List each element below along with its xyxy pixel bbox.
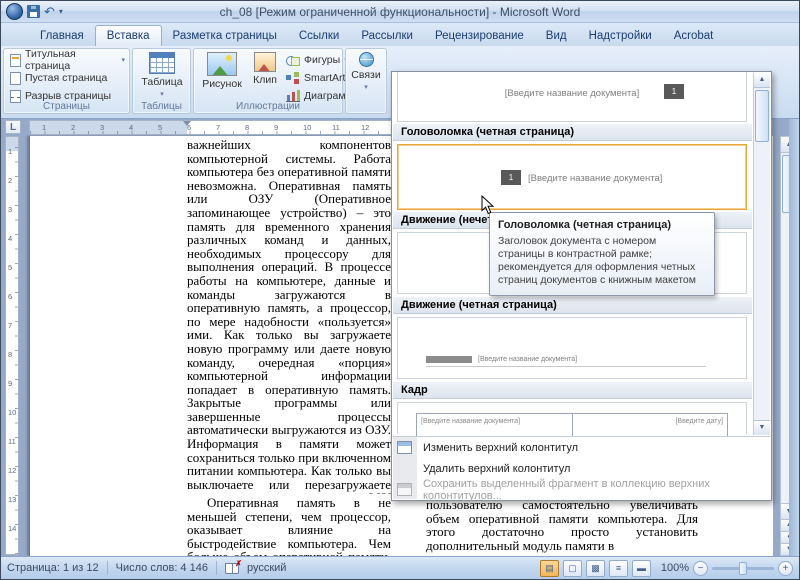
scrollbar-thumb[interactable] — [755, 90, 769, 142]
links-button[interactable]: Связи ▾ — [348, 52, 384, 91]
tooltip-body: Заголовок документа с номером страницы в… — [498, 235, 706, 287]
language-indicator[interactable]: русский — [247, 562, 286, 574]
gallery-section-dvizhenie-even: Движение (четная страница) — [393, 297, 752, 314]
print-layout-view-button[interactable]: ▤ — [540, 560, 559, 577]
gallery-tooltip: Головоломка (четная страница) Заголовок … — [489, 212, 715, 296]
smartart-button[interactable]: SmartArt — [282, 69, 342, 87]
blank-page-icon — [10, 72, 21, 85]
edit-header-icon — [397, 441, 412, 454]
tooltip-title: Головоломка (четная страница) — [498, 219, 706, 231]
document-paragraph: Оперативная память в не меньшей степени,… — [187, 496, 391, 556]
picture-icon — [207, 52, 237, 76]
document-paragraph: пользователю самостоятельно увеличивать … — [426, 498, 698, 556]
zoom-slider-thumb[interactable] — [739, 562, 747, 575]
word-count[interactable]: Число слов: 4 146 — [116, 562, 208, 574]
header-bar-graphic — [426, 356, 472, 363]
mouse-cursor — [481, 195, 494, 215]
zoom-slider[interactable] — [712, 567, 774, 570]
window-frame — [789, 119, 799, 556]
group-pages: Титульная страница ▾ Пустая страница Раз… — [3, 48, 130, 114]
status-bar: Страница: 1 из 12 Число слов: 4 146 русс… — [1, 556, 799, 579]
vertical-ruler[interactable]: 1234567891011121314 — [5, 136, 19, 555]
word-window: ↶ ▾ ch_08 [Режим ограниченной функционал… — [0, 0, 800, 580]
zoom-level[interactable]: 100% — [655, 562, 689, 574]
header-rule-graphic — [426, 366, 706, 367]
gallery-menu: Изменить верхний колонтитул Удалить верх… — [393, 436, 770, 499]
cover-page-button[interactable]: Титульная страница ▾ — [6, 51, 129, 69]
gallery-item-alphabet[interactable]: [Введите название документа] 1 — [397, 72, 747, 122]
document-paragraph: важнейших компонентов компьютерной систе… — [187, 138, 391, 494]
web-layout-view-button[interactable]: ▩ — [586, 560, 605, 577]
gallery-section-golovolomka: Головоломка (четная страница) — [393, 124, 752, 141]
tab-acrobat[interactable]: Acrobat — [663, 26, 725, 46]
save-selection-icon — [397, 483, 412, 496]
zoom-out-button[interactable]: − — [693, 561, 708, 576]
clipart-button[interactable]: Клип — [248, 52, 282, 86]
page-number-box: 1 — [664, 84, 684, 99]
tab-view[interactable]: Вид — [535, 26, 578, 46]
picture-button[interactable]: Рисунок — [197, 52, 247, 90]
tab-insert[interactable]: Вставка — [95, 25, 162, 46]
zoom-in-button[interactable]: + — [778, 561, 793, 576]
window-title: ch_08 [Режим ограниченной функциональнос… — [1, 5, 799, 19]
draft-view-button[interactable]: ▬ — [632, 560, 651, 577]
scroll-down-icon[interactable]: ▼ — [754, 420, 770, 435]
table-icon — [149, 52, 175, 74]
group-tables-label: Таблицы — [133, 101, 190, 112]
page-number-box: 1 — [501, 170, 521, 185]
tab-stop-selector[interactable]: L — [5, 120, 21, 134]
ribbon-tab-bar: Главная Вставка Разметка страницы Ссылки… — [1, 23, 799, 46]
gallery-section-kadr: Кадр — [393, 382, 752, 399]
status-bar-right: ▤ ▢ ▩ ≡ ▬ 100% − + — [540, 560, 793, 577]
tab-home[interactable]: Главная — [29, 26, 95, 46]
group-illustrations-label: Иллюстрации — [194, 101, 342, 112]
shapes-button[interactable]: Фигуры ▾ — [282, 51, 342, 69]
tab-addins[interactable]: Надстройки — [578, 26, 663, 46]
menu-item-edit-header[interactable]: Изменить верхний колонтитул — [393, 437, 770, 458]
gallery-scrollbar[interactable]: ▲ ▼ — [753, 73, 770, 435]
tab-review[interactable]: Рецензирование — [424, 26, 535, 46]
ruler-ticks — [15, 137, 18, 554]
gallery-item-dvizhenie-even[interactable]: [Введите название документа] — [397, 317, 747, 379]
scroll-up-icon[interactable]: ▲ — [754, 73, 770, 88]
outline-view-button[interactable]: ≡ — [609, 560, 628, 577]
menu-item-save-selection: Сохранить выделенный фрагмент в коллекци… — [393, 479, 770, 500]
group-links: Связи ▾ — [345, 48, 387, 114]
proofing-status-icon[interactable] — [225, 563, 239, 574]
smartart-icon — [286, 72, 300, 84]
group-pages-label: Страницы — [4, 101, 129, 112]
title-bar: ↶ ▾ ch_08 [Режим ограниченной функционал… — [1, 1, 799, 23]
chevron-down-icon: ▾ — [364, 83, 368, 91]
fullscreen-view-button[interactable]: ▢ — [563, 560, 582, 577]
gallery-item-golovolomka[interactable]: 1 [Введите название документа] — [397, 144, 747, 210]
tab-page-layout[interactable]: Разметка страницы — [162, 26, 288, 46]
page-indicator[interactable]: Страница: 1 из 12 — [7, 562, 99, 574]
shapes-icon — [286, 55, 300, 66]
clipart-icon — [254, 52, 276, 72]
group-illustrations: Рисунок Клип Фигуры ▾ SmartArt Диагра — [193, 48, 343, 114]
group-tables: Таблица ▾ Таблицы — [132, 48, 191, 114]
gallery-item-kadr[interactable]: [Введите название документа] [Введите да… — [397, 402, 747, 434]
chevron-down-icon: ▾ — [121, 56, 125, 64]
table-button[interactable]: Таблица ▾ — [139, 52, 185, 98]
tab-mailings[interactable]: Рассылки — [350, 26, 424, 46]
chevron-down-icon: ▾ — [160, 90, 164, 98]
globe-link-icon — [359, 52, 374, 67]
menu-item-remove-header[interactable]: Удалить верхний колонтитул — [393, 458, 770, 479]
cover-page-icon — [10, 54, 21, 67]
tab-references[interactable]: Ссылки — [288, 26, 351, 46]
